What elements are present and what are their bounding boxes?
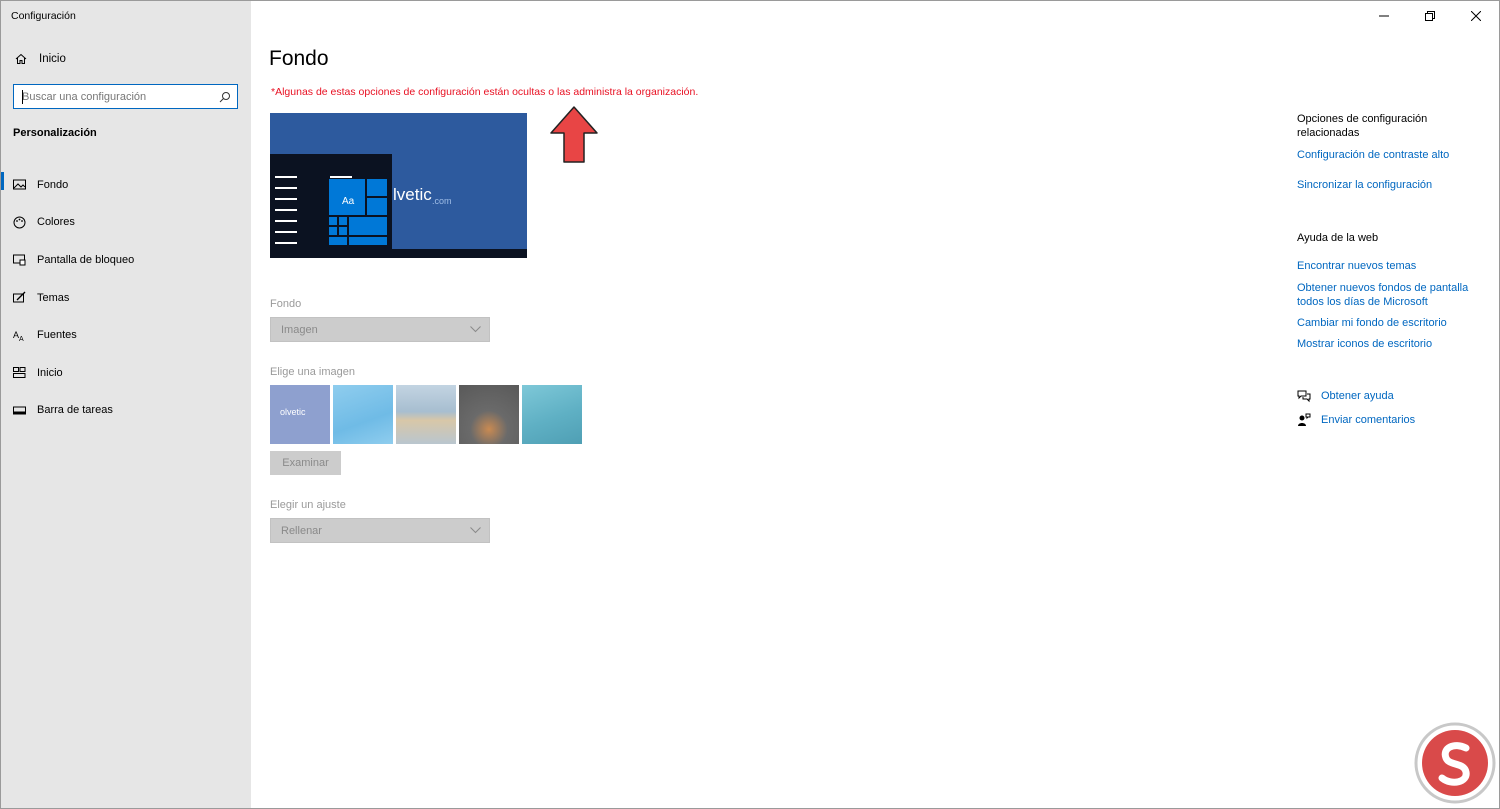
preview-tile bbox=[349, 237, 387, 245]
send-feedback-link[interactable]: Enviar comentarios bbox=[1297, 413, 1415, 427]
sidebar-item-label: Pantalla de bloqueo bbox=[37, 253, 135, 266]
preview-tile bbox=[367, 179, 387, 196]
preview-tile bbox=[367, 198, 387, 215]
solvetic-logo-icon bbox=[1414, 722, 1496, 804]
preview-tile bbox=[329, 237, 347, 245]
fit-dropdown-value: Rellenar bbox=[281, 524, 322, 537]
app-title: Configuración bbox=[11, 10, 76, 22]
sidebar-item-temas[interactable]: Temas bbox=[1, 279, 251, 317]
chevron-down-icon bbox=[470, 527, 481, 534]
font-icon: AA bbox=[13, 330, 24, 342]
palette-icon bbox=[13, 216, 26, 229]
sidebar-home-label: Inicio bbox=[39, 53, 66, 65]
thumbnail-logo-text: olvetic bbox=[280, 407, 306, 417]
preview-tile bbox=[349, 217, 387, 235]
background-dropdown-value: Imagen bbox=[281, 323, 318, 336]
image-thumbnail[interactable] bbox=[522, 385, 582, 444]
search-icon[interactable] bbox=[219, 91, 231, 103]
get-help-label: Obtener ayuda bbox=[1321, 390, 1394, 402]
preview-tile bbox=[339, 227, 347, 235]
window-controls bbox=[1361, 1, 1499, 31]
sidebar-home-link[interactable]: Inicio bbox=[15, 53, 66, 65]
related-settings: Opciones de configuración relacionadas C… bbox=[1297, 112, 1487, 351]
background-preview: Aa lvetic .com bbox=[270, 113, 527, 258]
preview-menu-line bbox=[275, 176, 297, 178]
sidebar-item-label: Temas bbox=[37, 291, 70, 304]
feedback-icon bbox=[1298, 413, 1311, 426]
close-button[interactable] bbox=[1453, 1, 1499, 31]
background-label: Fondo bbox=[270, 298, 302, 310]
restore-icon bbox=[1425, 11, 1435, 21]
sidebar-item-inicio[interactable]: Inicio bbox=[1, 354, 251, 392]
image-thumbnail[interactable] bbox=[396, 385, 456, 444]
find-themes-link[interactable]: Encontrar nuevos temas bbox=[1297, 259, 1487, 273]
section-title: Personalización bbox=[13, 127, 97, 139]
settings-window: Configuración Inicio Personalización Fon… bbox=[0, 0, 1500, 809]
preview-tile bbox=[329, 227, 337, 235]
get-help-link[interactable]: Obtener ayuda bbox=[1297, 389, 1394, 403]
choose-image-label: Elige una imagen bbox=[270, 366, 356, 378]
chat-help-icon bbox=[1297, 390, 1311, 403]
preview-menu-line bbox=[275, 209, 297, 211]
fit-label: Elegir un ajuste bbox=[270, 499, 346, 511]
preview-menu-line bbox=[275, 220, 297, 222]
high-contrast-link[interactable]: Configuración de contraste alto bbox=[1297, 148, 1487, 162]
background-dropdown[interactable]: Imagen bbox=[270, 317, 490, 342]
sidebar-item-barra-tareas[interactable]: Barra de tareas bbox=[1, 392, 251, 430]
sidebar-item-label: Fondo bbox=[37, 178, 69, 191]
image-thumbnail[interactable] bbox=[459, 385, 519, 444]
sidebar-item-pantalla-bloqueo[interactable]: Pantalla de bloqueo bbox=[1, 241, 251, 279]
image-thumbnail[interactable] bbox=[333, 385, 393, 444]
web-help-heading: Ayuda de la web bbox=[1297, 232, 1379, 244]
preview-menu-line bbox=[275, 187, 297, 189]
policy-warning: *Algunas de estas opciones de configurac… bbox=[271, 86, 699, 98]
preview-aa-label: Aa bbox=[342, 196, 355, 207]
sync-settings-link[interactable]: Sincronizar la configuración bbox=[1297, 178, 1487, 192]
text-caret bbox=[22, 90, 23, 104]
svg-text:A: A bbox=[19, 336, 24, 342]
search-box[interactable] bbox=[13, 84, 238, 109]
lock-screen-icon bbox=[13, 254, 26, 266]
close-icon bbox=[1471, 11, 1481, 21]
sidebar-item-label: Fuentes bbox=[37, 329, 77, 342]
sidebar-item-label: Barra de tareas bbox=[37, 404, 113, 417]
preview-logo-sub: .com bbox=[432, 196, 452, 206]
sidebar-item-label: Inicio bbox=[37, 366, 63, 379]
restore-button[interactable] bbox=[1407, 1, 1453, 31]
picture-icon bbox=[13, 179, 26, 190]
sidebar: Configuración Inicio Personalización Fon… bbox=[1, 1, 251, 808]
preview-tile bbox=[329, 217, 337, 225]
page-title: Fondo bbox=[269, 47, 329, 70]
change-background-link[interactable]: Cambiar mi fondo de escritorio bbox=[1297, 316, 1487, 330]
related-heading: Opciones de configuración relacionadas bbox=[1297, 113, 1428, 139]
start-icon bbox=[13, 367, 26, 379]
browse-button[interactable]: Examinar bbox=[270, 451, 341, 475]
send-feedback-label: Enviar comentarios bbox=[1321, 414, 1416, 426]
preview-logo-text: lvetic bbox=[393, 185, 432, 204]
home-icon bbox=[15, 53, 27, 64]
sidebar-item-label: Colores bbox=[37, 216, 75, 229]
search-input[interactable] bbox=[22, 90, 219, 103]
minimize-icon bbox=[1379, 15, 1389, 17]
preview-menu-line bbox=[275, 242, 297, 244]
sidebar-item-fondo[interactable]: Fondo bbox=[1, 166, 251, 204]
desktop-icons-link[interactable]: Mostrar iconos de escritorio bbox=[1297, 337, 1487, 351]
image-thumbnails: olvetic bbox=[270, 385, 582, 444]
minimize-button[interactable] bbox=[1361, 1, 1407, 31]
preview-menu-line bbox=[275, 198, 297, 200]
brush-icon bbox=[13, 291, 26, 303]
preview-menu-line bbox=[330, 176, 352, 178]
chevron-down-icon bbox=[470, 326, 481, 333]
sidebar-item-fuentes[interactable]: AA Fuentes bbox=[1, 316, 251, 354]
preview-taskbar bbox=[270, 249, 527, 258]
taskbar-icon bbox=[13, 406, 26, 415]
arrow-up-icon bbox=[550, 106, 598, 163]
sidebar-item-colores[interactable]: Colores bbox=[1, 204, 251, 242]
preview-menu-line bbox=[275, 231, 297, 233]
preview-tile bbox=[339, 217, 347, 225]
sidebar-nav: Fondo Colores Pantalla de bloqueo Temas … bbox=[1, 166, 251, 429]
image-thumbnail[interactable]: olvetic bbox=[270, 385, 330, 444]
fit-dropdown[interactable]: Rellenar bbox=[270, 518, 490, 543]
daily-wallpapers-link[interactable]: Obtener nuevos fondos de pantalla todos … bbox=[1297, 281, 1487, 309]
